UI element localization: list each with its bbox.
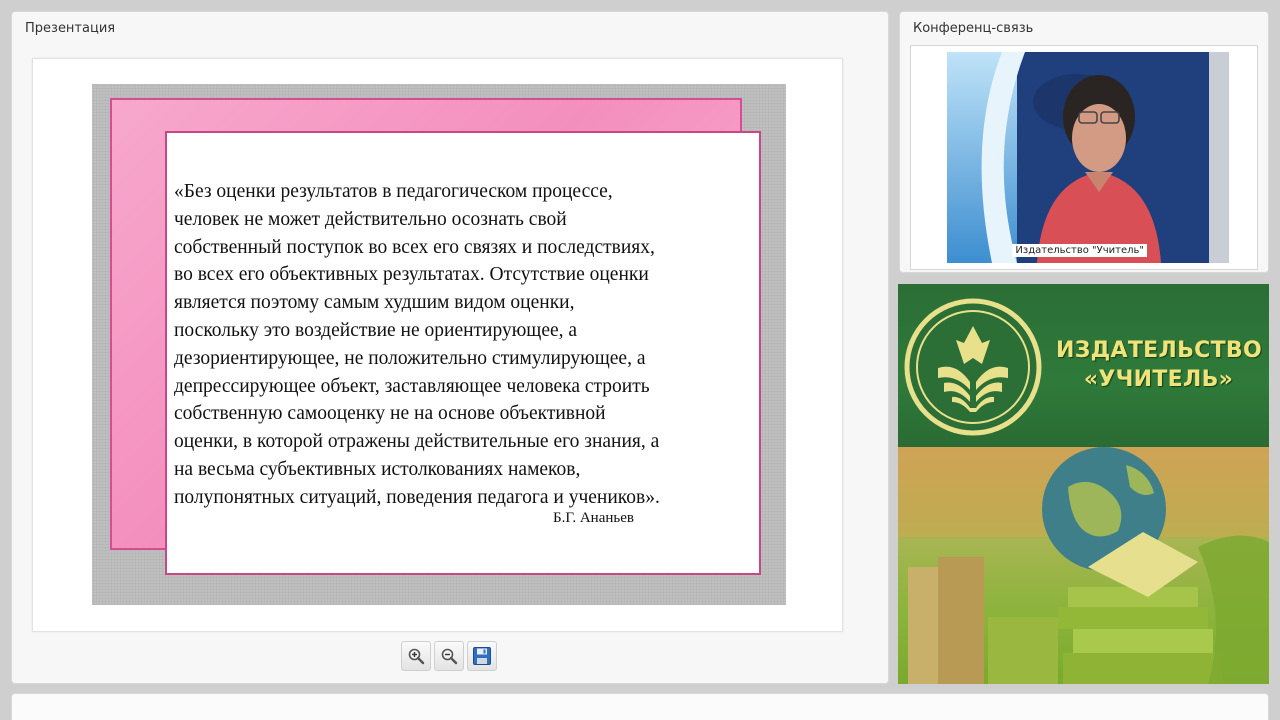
save-button[interactable] <box>467 641 497 671</box>
zoom-in-icon <box>408 648 425 665</box>
video-frame <box>947 52 1229 263</box>
presentation-panel: Презентация «Без оценки результатов в пе… <box>11 11 889 684</box>
slide-quote-card: «Без оценки результатов в педагогическом… <box>165 131 761 575</box>
publisher-name: ИЗДАТЕЛЬСТВО «УЧИТЕЛЬ» <box>1056 338 1262 392</box>
books-globe-illustration <box>898 447 1269 684</box>
publisher-books-image <box>898 447 1269 684</box>
zoom-out-icon <box>441 648 458 665</box>
participant-video[interactable]: Издательство "Учитель" <box>947 52 1229 263</box>
participant-name-label: Издательство "Учитель" <box>1012 244 1147 257</box>
slide: «Без оценки результатов в педагогическом… <box>92 84 786 605</box>
zoom-in-button[interactable] <box>401 641 431 671</box>
slide-quote-text: «Без оценки результатов в педагогическом… <box>174 181 660 508</box>
video-container: Издательство "Учитель" <box>910 45 1258 270</box>
publisher-logo-icon <box>904 298 1042 436</box>
zoom-out-button[interactable] <box>434 641 464 671</box>
publisher-banner: ИЗДАТЕЛЬСТВО «УЧИТЕЛЬ» <box>898 284 1269 684</box>
slide-quote-author: Б.Г. Ананьев <box>553 510 634 526</box>
presentation-title: Презентация <box>25 21 116 36</box>
bottom-panel <box>11 693 1269 720</box>
slide-viewport[interactable]: «Без оценки результатов в педагогическом… <box>32 58 843 632</box>
save-icon <box>473 647 491 665</box>
conference-panel: Конференц-связь Издательство "Учитель" <box>899 11 1269 273</box>
publisher-header: ИЗДАТЕЛЬСТВО «УЧИТЕЛЬ» <box>898 284 1269 447</box>
conference-title: Конференц-связь <box>913 21 1034 36</box>
presentation-toolbar <box>401 641 497 671</box>
